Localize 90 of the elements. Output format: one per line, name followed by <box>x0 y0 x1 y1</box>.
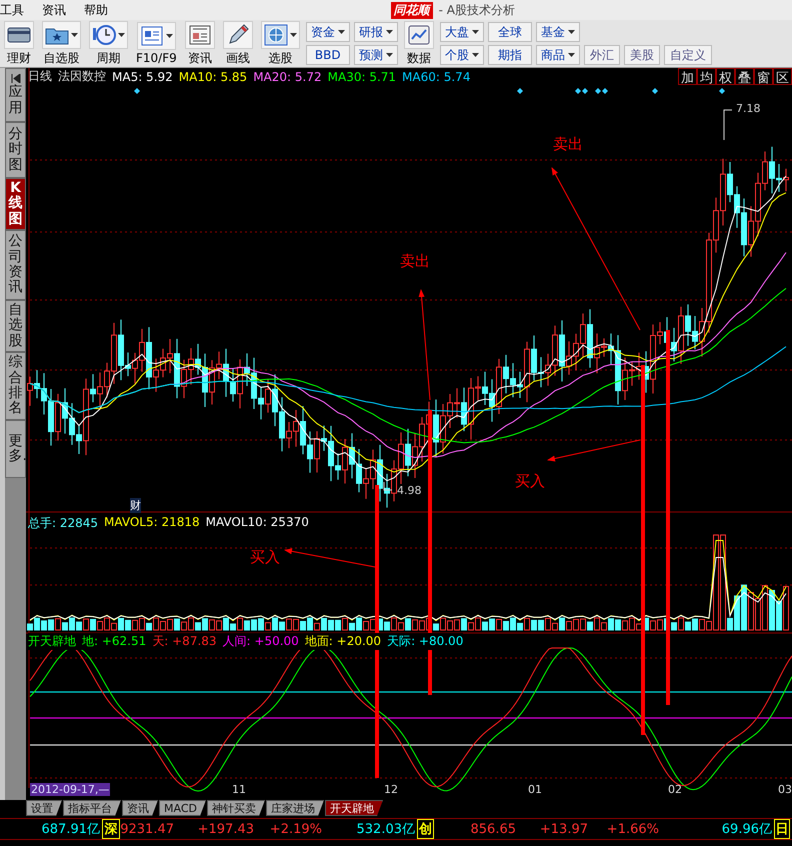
collapse-icon <box>10 74 20 84</box>
toolbar-button[interactable]: 全球 <box>488 22 532 42</box>
side-tab[interactable]: 应用 <box>5 68 26 122</box>
axis-label: 12 <box>384 783 398 796</box>
market-value: +1.66% <box>606 822 659 836</box>
leader-line <box>724 110 732 140</box>
annotation-label: 卖出 <box>400 252 430 271</box>
clock-icon <box>92 22 116 46</box>
event-marker-icon <box>719 88 725 94</box>
toolbar-button[interactable]: 研报 <box>354 22 398 42</box>
indicator-value: 地: +62.51 <box>82 633 146 650</box>
finance-marker: 财 <box>130 498 141 513</box>
toolbar-button[interactable]: BBD <box>306 45 350 65</box>
market-label: 创 <box>417 819 434 839</box>
market-value: +13.97 <box>538 822 588 836</box>
chart-tool-button[interactable]: 窗 <box>754 68 773 85</box>
toolbar-button[interactable]: 美股 <box>624 45 660 65</box>
document-icon <box>140 24 164 48</box>
market-label: 深 <box>102 819 120 839</box>
side-tab[interactable]: K线图 <box>5 178 26 230</box>
indicator-tab[interactable]: 设置 <box>26 800 62 816</box>
toolbar-button[interactable]: 自定义 <box>664 45 712 65</box>
event-marker-icon <box>652 88 658 94</box>
axis-label: 03 <box>778 783 792 796</box>
chart-tool-button[interactable]: 叠 <box>735 68 754 85</box>
globe-icon <box>264 22 288 46</box>
indicator-tab[interactable]: 开天辟地 <box>324 800 383 816</box>
chart-document-icon <box>406 22 431 46</box>
date-label: 2012-09-17,— <box>30 783 110 796</box>
menu-item[interactable]: 资讯 <box>42 2 74 18</box>
annotation-label: 买入 <box>250 548 280 567</box>
ma-value: MA30: 5.71 <box>328 70 396 84</box>
annotation-label: 卖出 <box>553 135 583 154</box>
event-marker-icon <box>517 88 523 94</box>
indicator-value: 人间: +50.00 <box>222 633 299 650</box>
toolbar-button[interactable]: 大盘 <box>440 22 484 42</box>
indicator-value: 天: +87.83 <box>152 633 217 650</box>
market-value: 69.96亿 <box>720 821 772 838</box>
menu-item[interactable]: 帮助 <box>84 2 116 18</box>
annotation-label: 买入 <box>515 472 545 491</box>
ma-value: MA20: 5.72 <box>253 70 322 84</box>
axis-label: 01 <box>528 783 542 796</box>
axis-label: 02 <box>668 783 682 796</box>
indicator-tab[interactable]: 指标平台 <box>63 800 121 816</box>
toolbar-button[interactable]: 基金 <box>536 22 580 42</box>
price-label: 4.98 <box>397 484 422 497</box>
market-value: 687.91亿 <box>40 821 100 838</box>
ma-value: MA10: 5.85 <box>178 70 248 84</box>
leader-line <box>384 482 392 490</box>
chart-tool-button[interactable]: 权 <box>716 68 735 85</box>
chart-tool-button[interactable]: 区 <box>773 68 792 85</box>
toolbar-button[interactable]: 商品 <box>536 45 580 65</box>
side-tab[interactable]: 分时图 <box>5 122 26 178</box>
ma-value: MA60: 5.74 <box>402 70 470 84</box>
market-value: 856.65 <box>470 822 516 836</box>
app-logo: 同花顺 <box>390 2 433 18</box>
market-value: +2.19% <box>268 822 322 836</box>
period-label: 日线 <box>28 68 52 85</box>
indicator-tab[interactable]: 神针买卖 <box>206 800 265 816</box>
indicator-tab[interactable]: 资讯 <box>122 800 158 816</box>
event-marker-icon <box>134 88 140 94</box>
volume-value: 总手: 22845 <box>28 515 98 532</box>
market-value: +197.43 <box>196 822 254 836</box>
toolbar-button[interactable]: 外汇 <box>584 45 620 65</box>
market-value: 532.03亿 <box>356 821 415 838</box>
window-title: - A股技术分析 <box>438 2 515 18</box>
toolbar-button[interactable]: 个股 <box>440 45 484 65</box>
menu-item[interactable]: 工具 <box>0 2 32 18</box>
indicator-value: 地面: +20.00 <box>304 633 382 650</box>
volume-value: MAVOL10: 25370 <box>206 515 309 531</box>
side-tab[interactable]: 公司资讯 <box>5 230 26 300</box>
toolbar-button[interactable]: 期指 <box>488 45 532 65</box>
indicator-value: 开天辟地 <box>28 633 76 650</box>
indicator-tab[interactable]: 庄家进场 <box>266 800 324 816</box>
indicator-tab[interactable]: MACD <box>159 800 206 816</box>
chart-tool-button[interactable]: 均 <box>697 68 716 85</box>
stock-name: 法因数控 <box>58 68 106 85</box>
side-tab[interactable]: 自选股 <box>5 300 26 352</box>
ma-value: MA5: 5.92 <box>112 70 173 84</box>
market-label: 日 <box>774 819 790 839</box>
volume-value: MAVOL5: 21818 <box>104 515 200 531</box>
axis-label: 11 <box>232 783 246 796</box>
indicator-value: 天际: +80.00 <box>387 633 464 650</box>
chart-tool-button[interactable]: 加 <box>678 68 697 85</box>
toolbar-button[interactable]: 资金 <box>306 22 350 42</box>
toolbar-button[interactable]: 预测 <box>354 45 398 65</box>
side-tab[interactable]: 综合排名 <box>5 352 26 420</box>
market-value: 9231.47 <box>120 822 174 836</box>
price-label: 7.18 <box>736 102 760 115</box>
newspaper-icon <box>188 22 212 46</box>
